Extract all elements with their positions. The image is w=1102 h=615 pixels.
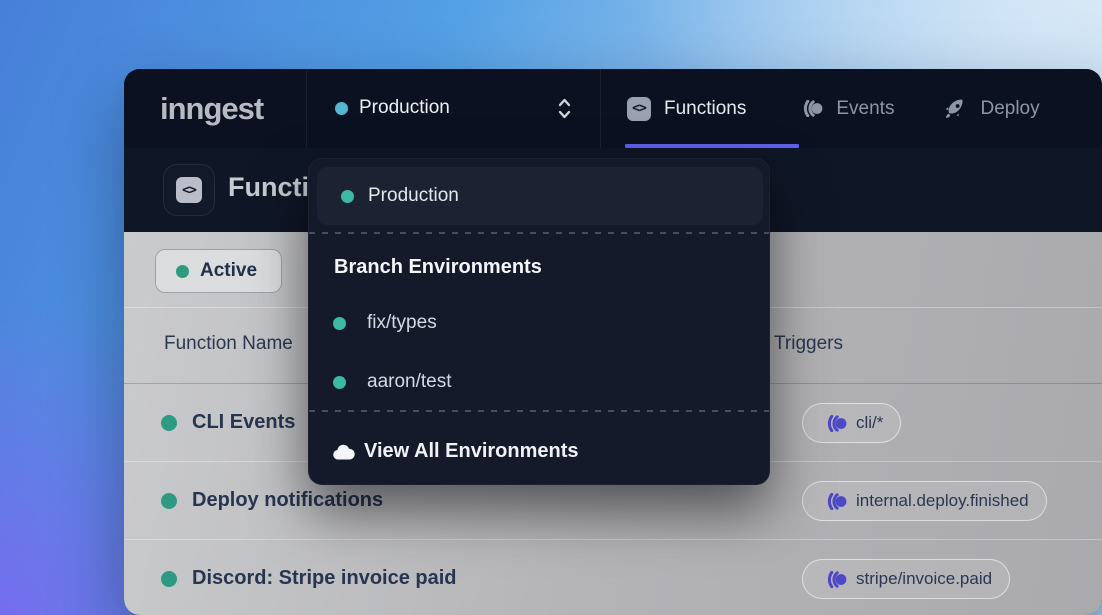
- event-icon: [820, 493, 847, 510]
- environment-switcher[interactable]: Production: [306, 69, 600, 148]
- code-icon: <>: [627, 97, 651, 121]
- tab-deploy[interactable]: Deploy: [944, 97, 1039, 120]
- cloud-icon: [331, 442, 356, 462]
- dropdown-item-branch[interactable]: fix/types: [309, 307, 769, 341]
- tab-functions[interactable]: <> Functions: [627, 97, 746, 121]
- function-status-dot: [161, 571, 177, 587]
- event-icon: [820, 415, 847, 432]
- rocket-icon: [944, 97, 967, 120]
- trigger-name: stripe/invoice.paid: [856, 569, 992, 589]
- environment-dot: [333, 317, 346, 330]
- dropdown-item-label: View All Environments: [364, 440, 579, 463]
- function-name: Discord: Stripe invoice paid: [192, 567, 457, 590]
- dropdown-item-production[interactable]: Production: [317, 167, 763, 225]
- functions-icon-button[interactable]: <>: [163, 164, 215, 216]
- branch-environments-heading: Branch Environments: [334, 256, 542, 279]
- function-name: CLI Events: [192, 411, 295, 434]
- view-all-environments-item[interactable]: View All Environments: [309, 435, 769, 471]
- dropdown-item-label: fix/types: [367, 312, 437, 334]
- trigger-name: cli/*: [856, 413, 883, 433]
- function-name: Deploy notifications: [192, 489, 383, 512]
- table-row[interactable]: Discord: Stripe invoice paid stripe/invo…: [124, 540, 1102, 615]
- events-icon: [796, 100, 823, 117]
- trigger-badge: stripe/invoice.paid: [802, 559, 1010, 599]
- app-window: inngest Production <> Functions: [124, 69, 1102, 615]
- environment-dot: [341, 190, 354, 203]
- dropdown-divider: [309, 410, 769, 412]
- environment-dot: [333, 376, 346, 389]
- active-status-dot: [176, 265, 189, 278]
- tab-label: Functions: [664, 98, 746, 120]
- tab-label: Deploy: [980, 98, 1039, 120]
- function-status-dot: [161, 493, 177, 509]
- environment-name: Production: [359, 97, 450, 119]
- function-status-dot: [161, 415, 177, 431]
- status-filter-button[interactable]: Active: [155, 249, 282, 293]
- trigger-name: internal.deploy.finished: [856, 491, 1029, 511]
- column-function-name: Function Name: [164, 333, 293, 355]
- page-background: inngest Production <> Functions: [0, 0, 1102, 615]
- dropdown-divider: [309, 232, 769, 234]
- chevron-up-down-icon: [556, 97, 573, 120]
- tab-label: Events: [836, 98, 894, 120]
- nav-divider: [600, 69, 601, 148]
- inngest-logo: inngest: [160, 69, 263, 148]
- top-nav: inngest Production <> Functions: [124, 69, 1102, 148]
- dropdown-item-branch[interactable]: aaron/test: [309, 366, 769, 400]
- filter-label: Active: [200, 260, 257, 282]
- trigger-badge: internal.deploy.finished: [802, 481, 1047, 521]
- event-icon: [820, 571, 847, 588]
- column-triggers: Triggers: [774, 333, 843, 355]
- environment-dropdown: Production Branch Environments fix/types…: [308, 158, 770, 485]
- trigger-badge: cli/*: [802, 403, 901, 443]
- nav-tabs: <> Functions Events: [627, 69, 1040, 148]
- dropdown-item-label: aaron/test: [367, 371, 452, 393]
- environment-status-dot: [335, 102, 348, 115]
- tab-events[interactable]: Events: [796, 98, 894, 120]
- dropdown-item-label: Production: [368, 185, 459, 207]
- code-icon: <>: [176, 177, 202, 203]
